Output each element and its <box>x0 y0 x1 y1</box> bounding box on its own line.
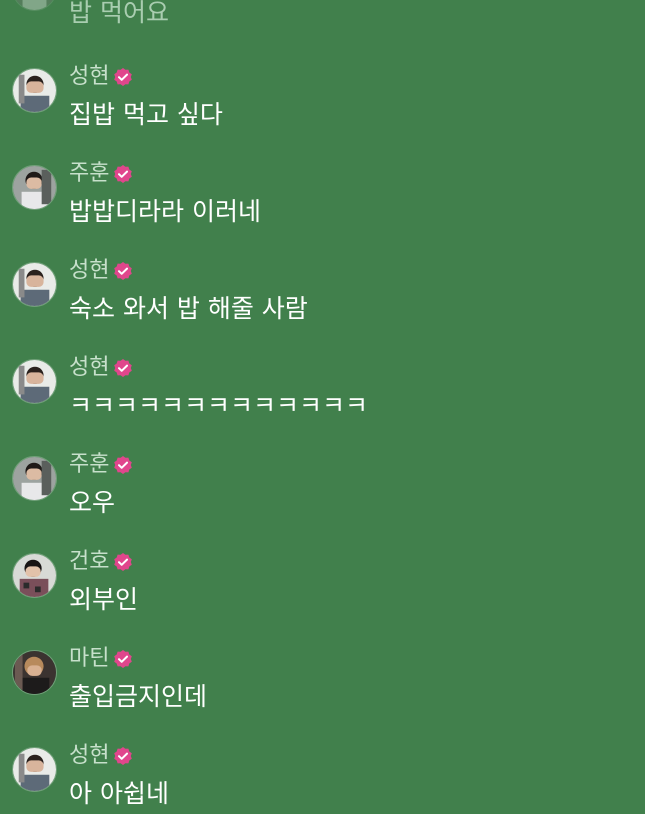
sender-row: 성현 <box>69 256 133 286</box>
user-avatar[interactable] <box>12 456 57 501</box>
message-text: 오우 <box>69 488 116 517</box>
verified-badge-icon <box>113 455 133 475</box>
chat-message-list[interactable]: 밥 먹어요 성현 집밥 먹고 싶다 주훈 밥밥디라라 이러네 성현 숙소 와서 … <box>0 0 645 814</box>
chat-message: 마틴 출입금지인데 <box>12 646 645 730</box>
user-avatar[interactable] <box>12 165 57 210</box>
user-avatar[interactable] <box>12 747 57 792</box>
sender-name[interactable]: 성현 <box>69 62 109 92</box>
verified-badge-icon <box>113 358 133 378</box>
sender-row: 성현 <box>69 62 133 92</box>
verified-badge-icon <box>113 746 133 766</box>
verified-badge-icon <box>113 164 133 184</box>
user-avatar[interactable] <box>12 359 57 404</box>
sender-name[interactable]: 성현 <box>69 256 109 286</box>
message-text: 아 아쉽네 <box>69 779 169 808</box>
message-text: 숙소 와서 밥 해줄 사람 <box>69 294 308 323</box>
sender-name[interactable]: 건호 <box>69 547 109 577</box>
user-avatar[interactable] <box>12 0 57 11</box>
sender-name[interactable]: 마틴 <box>69 644 109 674</box>
chat-message: 주훈 오우 <box>12 452 645 536</box>
sender-name[interactable]: 주훈 <box>69 159 109 189</box>
verified-badge-icon <box>113 261 133 281</box>
sender-row: 마틴 <box>69 644 133 674</box>
message-text: 집밥 먹고 싶다 <box>69 100 223 129</box>
chat-message: 성현 ㅋㅋㅋㅋㅋㅋㅋㅋㅋㅋㅋㅋㅋ <box>12 355 645 439</box>
message-text: 외부인 <box>69 585 139 614</box>
user-avatar[interactable] <box>12 262 57 307</box>
chat-message: 성현 숙소 와서 밥 해줄 사람 <box>12 258 645 342</box>
sender-row: 주훈 <box>69 450 133 480</box>
chat-message: 밥 먹어요 <box>12 0 645 46</box>
chat-message: 성현 집밥 먹고 싶다 <box>12 64 645 148</box>
sender-name[interactable]: 성현 <box>69 741 109 771</box>
sender-name[interactable]: 주훈 <box>69 450 109 480</box>
chat-message: 성현 아 아쉽네 <box>12 743 645 814</box>
message-text: 밥밥디라라 이러네 <box>69 197 261 226</box>
sender-row: 건호 <box>69 547 133 577</box>
sender-row: 성현 <box>69 741 133 771</box>
message-text: 밥 먹어요 <box>69 0 169 27</box>
message-text: 출입금지인데 <box>69 682 208 711</box>
verified-badge-icon <box>113 649 133 669</box>
user-avatar[interactable] <box>12 553 57 598</box>
verified-badge-icon <box>113 67 133 87</box>
verified-badge-icon <box>113 552 133 572</box>
sender-row: 주훈 <box>69 159 133 189</box>
user-avatar[interactable] <box>12 68 57 113</box>
sender-name[interactable]: 성현 <box>69 353 109 383</box>
chat-message: 주훈 밥밥디라라 이러네 <box>12 161 645 245</box>
sender-row: 성현 <box>69 353 133 383</box>
message-text: ㅋㅋㅋㅋㅋㅋㅋㅋㅋㅋㅋㅋㅋ <box>69 391 369 420</box>
chat-message: 건호 외부인 <box>12 549 645 633</box>
user-avatar[interactable] <box>12 650 57 695</box>
